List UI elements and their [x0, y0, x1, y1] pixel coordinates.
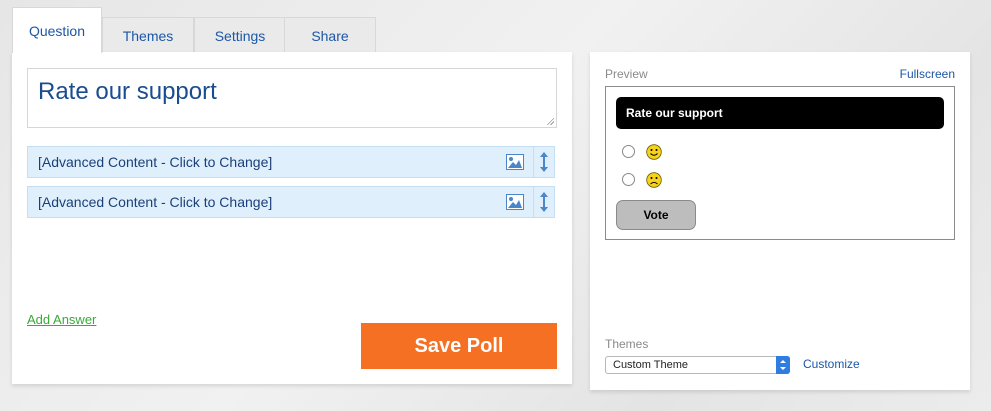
divider: [533, 147, 534, 177]
poll-option[interactable]: [622, 143, 682, 161]
drag-handle-icon[interactable]: [537, 192, 551, 212]
preview-heading: Preview: [605, 67, 648, 81]
save-poll-button[interactable]: Save Poll: [361, 323, 557, 369]
answer-row[interactable]: [Advanced Content - Click to Change]: [27, 186, 555, 218]
theme-select[interactable]: Custom Theme: [605, 356, 790, 374]
fullscreen-link[interactable]: Fullscreen: [900, 67, 955, 81]
theme-select-value: Custom Theme: [613, 359, 688, 371]
vote-button[interactable]: Vote: [616, 200, 696, 230]
radio-button[interactable]: [622, 145, 635, 158]
tab-question[interactable]: Question: [12, 7, 102, 53]
poll-option[interactable]: [622, 171, 682, 189]
answer-row[interactable]: [Advanced Content - Click to Change]: [27, 146, 555, 178]
image-icon[interactable]: [506, 154, 524, 170]
chevron-updown-icon[interactable]: [776, 356, 790, 374]
poll-preview: Rate our support Vote: [605, 86, 955, 240]
question-panel: Rate our support [Advanced Content - Cli…: [12, 52, 572, 384]
question-textarea[interactable]: Rate our support: [27, 68, 557, 128]
answer-label[interactable]: [Advanced Content - Click to Change]: [38, 154, 272, 170]
add-answer-link[interactable]: Add Answer: [27, 312, 96, 327]
tab-share[interactable]: Share: [284, 17, 376, 53]
tab-settings[interactable]: Settings: [194, 17, 286, 53]
smiley-happy-icon: [646, 144, 662, 160]
drag-handle-icon[interactable]: [537, 152, 551, 172]
question-text: Rate our support: [38, 78, 217, 105]
tab-themes[interactable]: Themes: [102, 17, 194, 53]
themes-label: Themes: [605, 337, 649, 351]
customize-link[interactable]: Customize: [803, 357, 860, 371]
smiley-sad-icon: [646, 172, 662, 188]
divider: [533, 187, 534, 217]
image-icon[interactable]: [506, 194, 524, 210]
answer-label[interactable]: [Advanced Content - Click to Change]: [38, 194, 272, 210]
poll-title: Rate our support: [616, 97, 944, 129]
resize-grip-icon[interactable]: [546, 117, 554, 125]
radio-button[interactable]: [622, 173, 635, 186]
preview-panel: Preview Fullscreen Rate our support Vote…: [590, 52, 970, 390]
